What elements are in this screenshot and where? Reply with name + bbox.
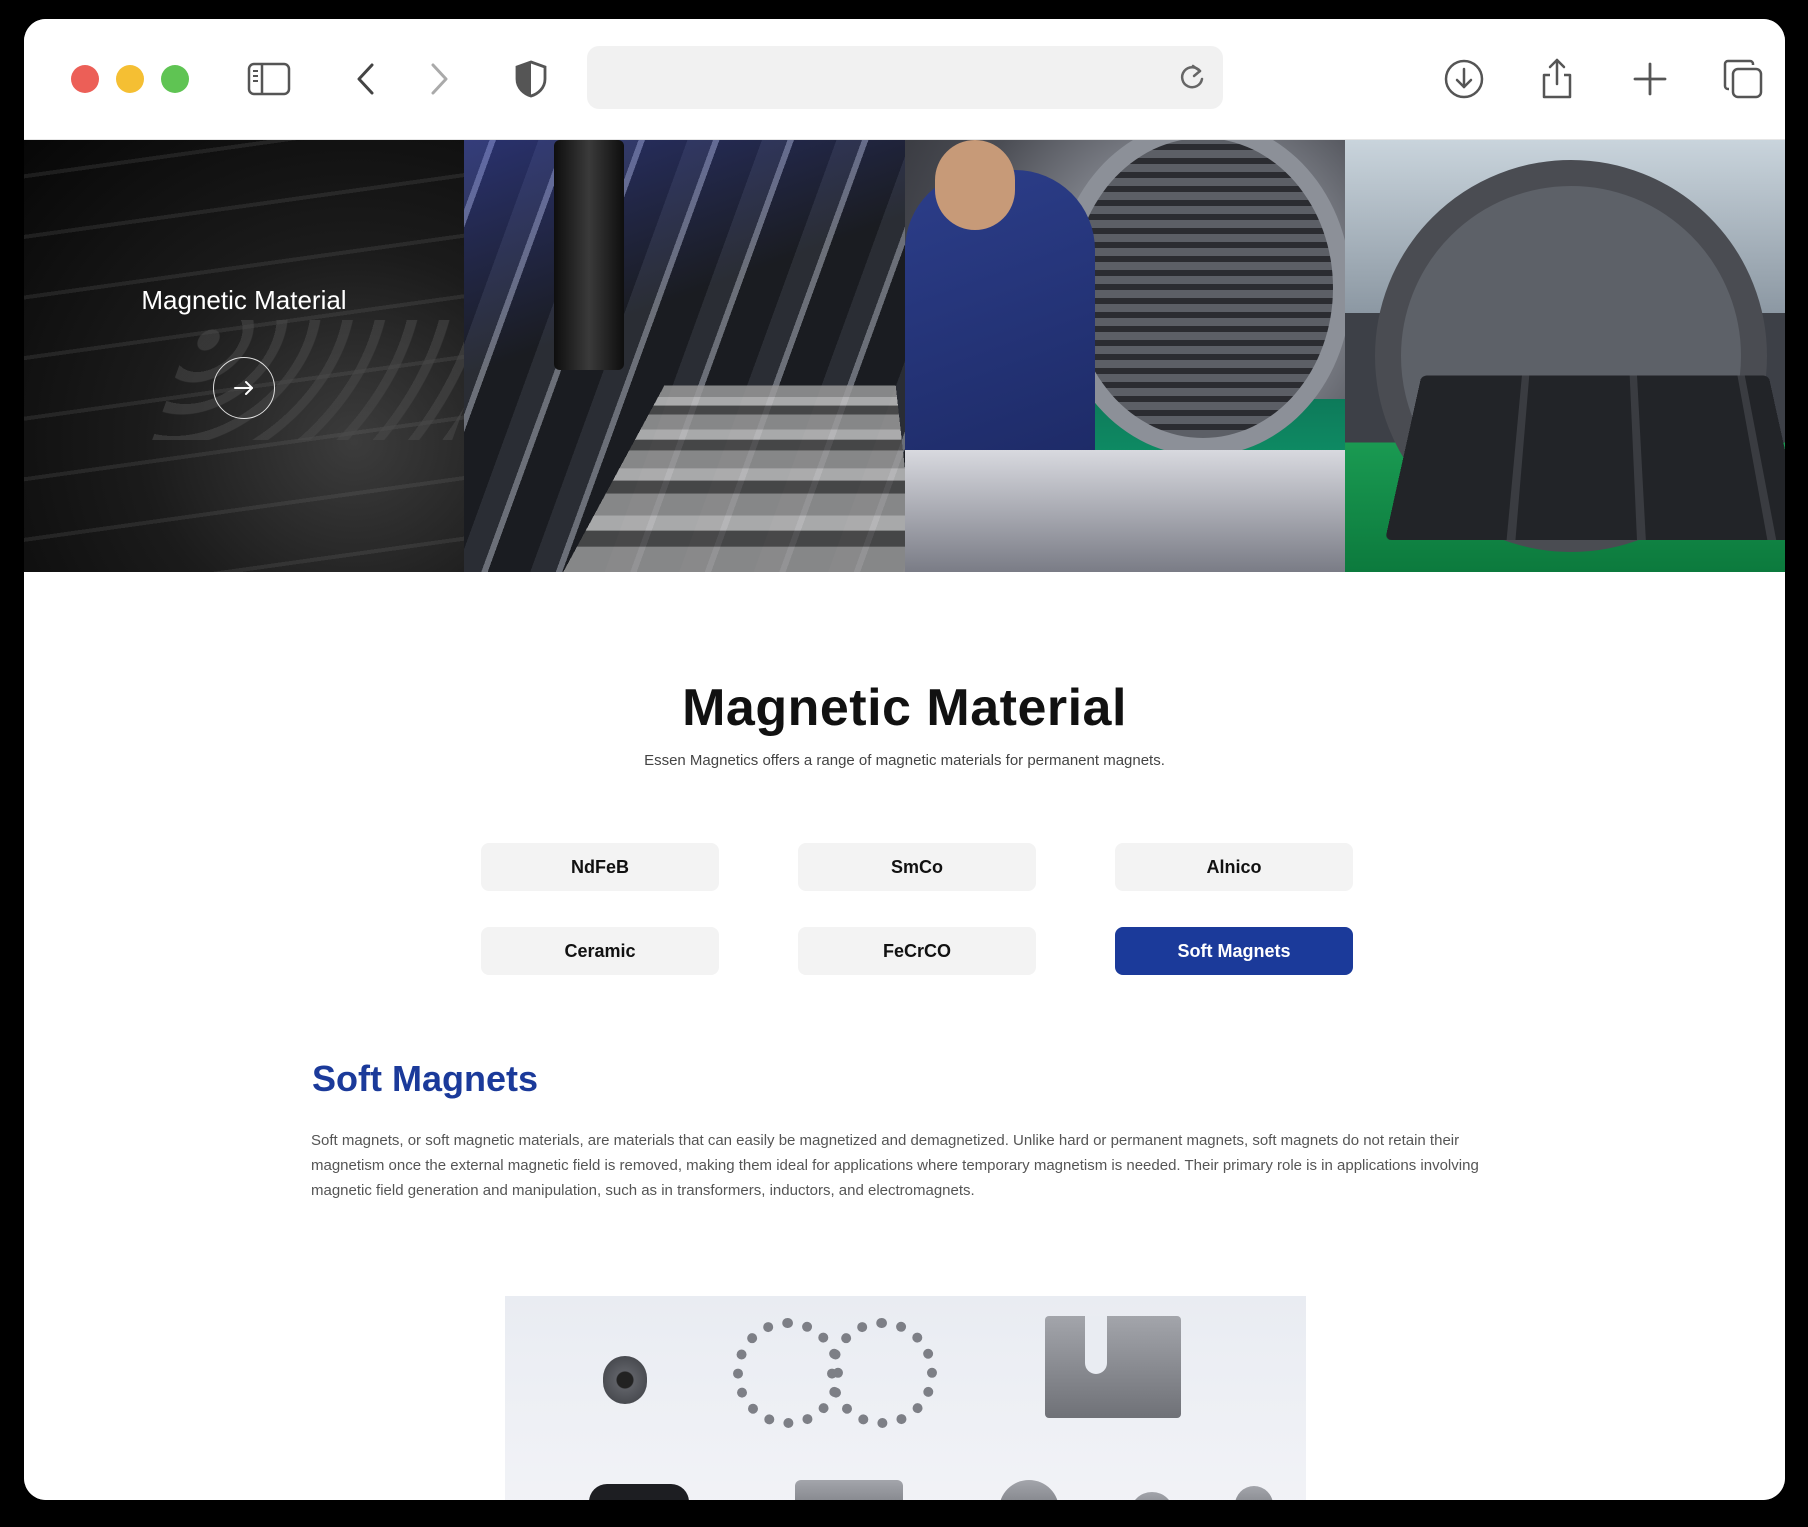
furnace-door [1054, 140, 1345, 456]
clip-part [589, 1484, 689, 1500]
shield-icon[interactable] [509, 57, 553, 101]
download-icon[interactable] [1442, 57, 1486, 101]
share-icon[interactable] [1535, 57, 1579, 101]
metal-blocks [562, 385, 905, 572]
tab-fecrco[interactable]: FeCrCO [798, 927, 1036, 975]
hero-arrow-button[interactable] [213, 357, 275, 419]
page-subtitle: Essen Magnetics offers a range of magnet… [644, 752, 1165, 769]
tab-alnico[interactable]: Alnico [1115, 843, 1353, 891]
worker-head [934, 140, 1015, 230]
gear-ring-right [827, 1318, 937, 1428]
plate-part [795, 1480, 903, 1500]
tab-soft-magnets[interactable]: Soft Magnets [1115, 927, 1353, 975]
reload-icon[interactable] [1171, 56, 1213, 98]
page-title: Magnetic Material [682, 679, 1127, 737]
magnet-bumps-image [152, 320, 465, 440]
cup-part [999, 1480, 1059, 1500]
soft-magnets-product-image [505, 1296, 1306, 1500]
hero-panel-magnetic-material[interactable]: Magnetic Material [24, 140, 465, 572]
small-gear-part [603, 1356, 647, 1404]
close-window-button[interactable] [71, 65, 99, 93]
graphite-boxes [1384, 375, 1785, 541]
back-icon[interactable] [344, 57, 388, 101]
browser-toolbar [24, 19, 1785, 140]
hero-title: Magnetic Material [141, 285, 347, 315]
tab-smco[interactable]: SmCo [798, 843, 1036, 891]
hero-photo-sintering-furnace [1344, 140, 1785, 572]
bracket-slot [1085, 1316, 1107, 1374]
section-title: Soft Magnets [312, 1058, 539, 1099]
bushing-part [1235, 1486, 1273, 1500]
u-bracket-part [1045, 1316, 1181, 1418]
tabs-icon[interactable] [1721, 57, 1765, 101]
browser-window: Magnetic Material Magnetic Material Esse… [24, 19, 1785, 1500]
address-bar[interactable] [587, 46, 1223, 109]
tab-ndfeb[interactable]: NdFeB [481, 843, 719, 891]
main-content: Magnetic Material Essen Magnetics offers… [24, 572, 1785, 1500]
new-tab-icon[interactable] [1628, 57, 1672, 101]
steel-tray [904, 450, 1345, 572]
sidebar-icon[interactable] [247, 57, 291, 101]
arrow-right-icon [234, 381, 253, 395]
hero-photo-machining [464, 140, 905, 572]
forward-icon[interactable] [417, 57, 461, 101]
hero-photo-furnace-worker [904, 140, 1345, 572]
rotor-part [1130, 1492, 1174, 1500]
section-body: Soft magnets, or soft magnetic materials… [311, 1132, 1479, 1199]
minimize-window-button[interactable] [116, 65, 144, 93]
hero-banner: Magnetic Material [24, 140, 1785, 572]
tab-ceramic[interactable]: Ceramic [481, 927, 719, 975]
machine-column [554, 140, 625, 370]
zoom-window-button[interactable] [161, 65, 189, 93]
